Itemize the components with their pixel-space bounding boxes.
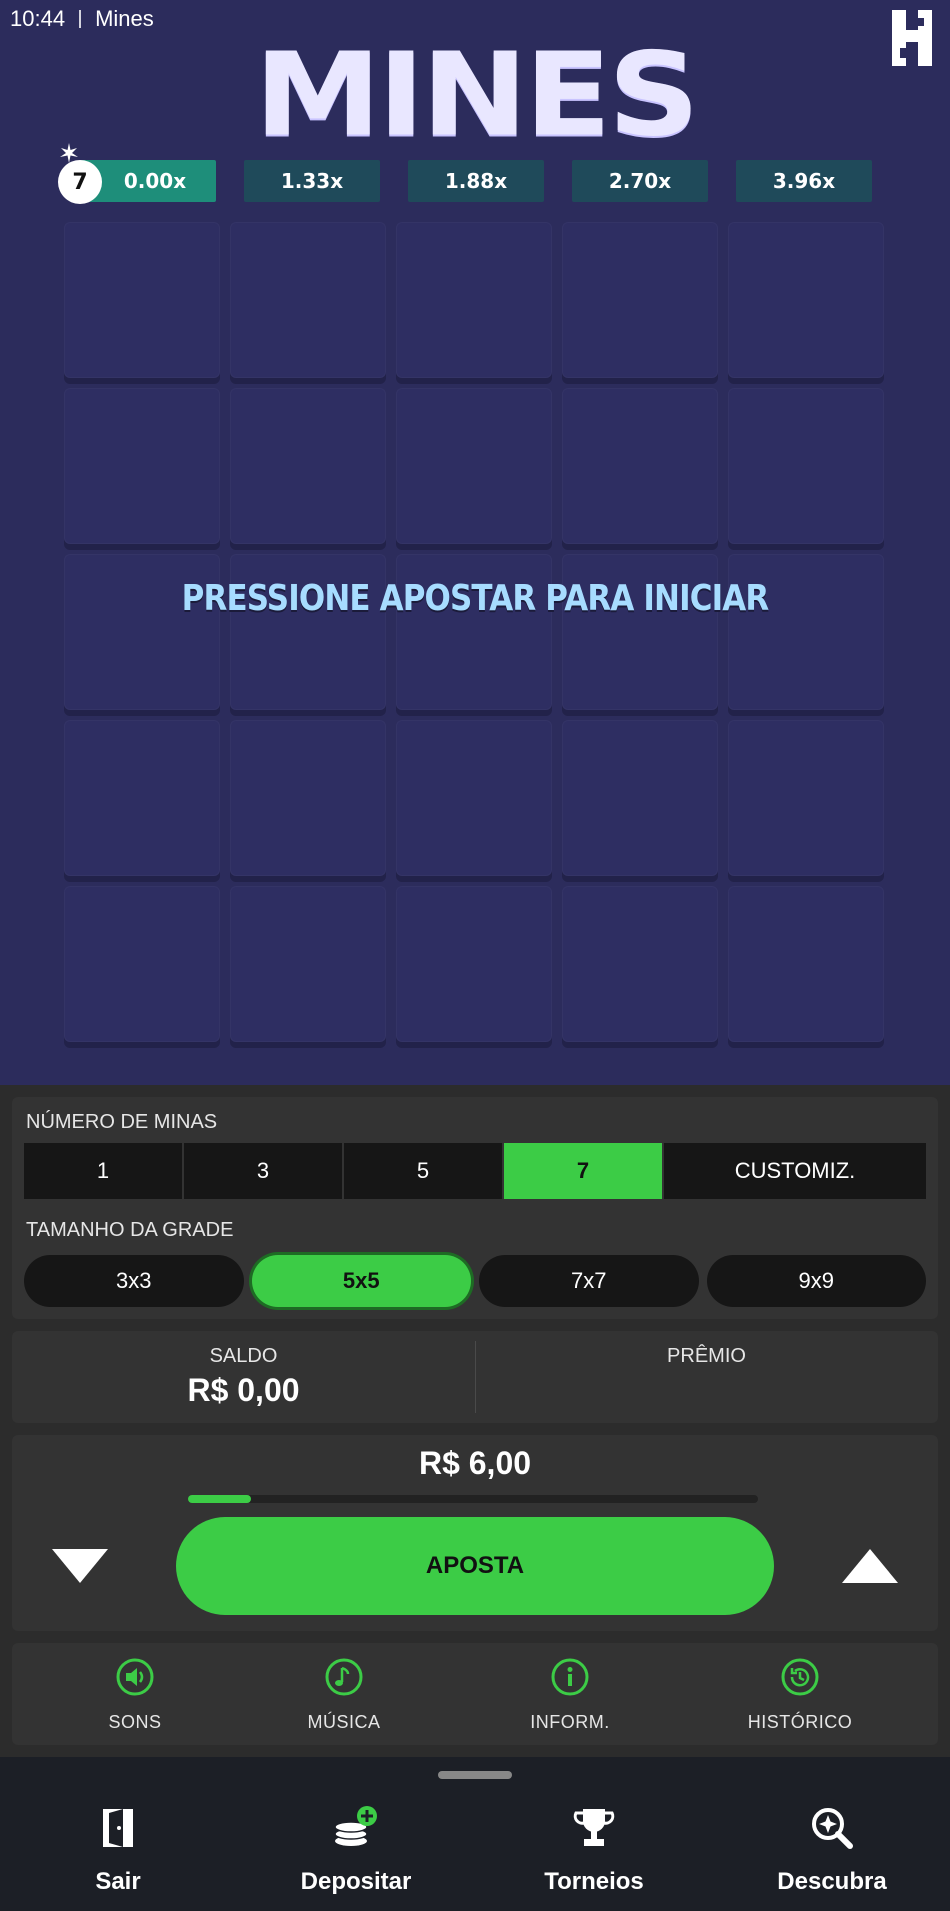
balance-panel: SALDO R$ 0,00 PRÊMIO <box>12 1331 938 1423</box>
nav-exit[interactable]: Sair <box>8 1757 228 1911</box>
multiplier-step: 1.88x <box>408 160 544 202</box>
premio-section: PRÊMIO <box>475 1331 938 1423</box>
mines-option-5[interactable]: 5 <box>344 1143 504 1199</box>
status-separator <box>79 10 82 28</box>
grid-tile[interactable] <box>562 222 718 378</box>
info-label: INFORM. <box>530 1712 610 1732</box>
history-label: HISTÓRICO <box>747 1712 853 1732</box>
grid-tile[interactable] <box>64 886 220 1042</box>
nav-tournaments[interactable]: Torneios <box>484 1757 704 1911</box>
nav-deposit[interactable]: Depositar <box>246 1757 466 1911</box>
saldo-label: SALDO <box>209 1345 278 1367</box>
info-icon <box>551 1658 589 1696</box>
game-area: 10:44 Mines MINES 7 0.00x 1.33x 1.88x 2.70x… <box>0 0 950 1085</box>
multiplier-step: 1.33x <box>244 160 380 202</box>
mines-option-3[interactable]: 3 <box>184 1143 344 1199</box>
nav-discover-label: Descubra <box>777 1868 887 1895</box>
grid-tile[interactable] <box>728 222 884 378</box>
decrease-bet-button[interactable] <box>52 1549 108 1583</box>
music-note-icon <box>325 1658 363 1696</box>
saldo-value: R$ 0,00 <box>187 1372 300 1408</box>
grid-tile[interactable] <box>728 720 884 876</box>
premio-label: PRÊMIO <box>667 1345 746 1367</box>
grid-option-3x3[interactable]: 3x3 <box>24 1255 244 1307</box>
grid-option-9x9[interactable]: 9x9 <box>706 1255 926 1307</box>
mines-grid <box>64 222 886 1044</box>
bet-button[interactable]: APOSTA <box>176 1517 774 1615</box>
trophy-icon <box>573 1809 615 1846</box>
bet-progress-bar[interactable] <box>188 1495 758 1503</box>
nav-exit-label: Sair <box>95 1868 141 1895</box>
options-bar: SONS MÚSICA INFORM. HISTÓRICO <box>12 1643 938 1745</box>
mine-count-badge: 7 <box>58 160 102 204</box>
nav-deposit-label: Depositar <box>300 1868 412 1895</box>
exit-door-icon <box>103 1809 133 1847</box>
bet-panel: R$ 6,00 APOSTA <box>12 1435 938 1631</box>
nav-discover[interactable]: Descubra <box>722 1757 942 1911</box>
bomb-spark-icon <box>60 143 78 163</box>
grid-tile[interactable] <box>230 886 386 1042</box>
music-label: MÚSICA <box>307 1712 381 1732</box>
history-button[interactable]: HISTÓRICO <box>690 1643 910 1743</box>
mines-count-label: NÚMERO DE MINAS <box>26 1111 218 1133</box>
sounds-toggle[interactable]: SONS <box>25 1643 245 1743</box>
grid-tile[interactable] <box>64 222 220 378</box>
coins-plus-icon <box>334 1806 377 1846</box>
speaker-icon <box>116 1658 154 1696</box>
nav-tournaments-label: Torneios <box>544 1868 644 1895</box>
bet-amount: R$ 6,00 <box>418 1445 532 1481</box>
grid-tile[interactable] <box>728 388 884 544</box>
grid-tile[interactable] <box>396 388 552 544</box>
grid-tile[interactable] <box>562 388 718 544</box>
settings-panel: NÚMERO DE MINAS 1 3 5 7 CUSTOMIZ. TAMANH… <box>12 1097 938 1319</box>
game-title: MINES <box>254 28 700 163</box>
start-prompt: PRESSIONE APOSTAR PARA INICIAR <box>181 578 770 619</box>
grid-tile[interactable] <box>396 720 552 876</box>
increase-bet-button[interactable] <box>842 1549 898 1583</box>
grid-size-label: TAMANHO DA GRADE <box>26 1219 234 1241</box>
bet-progress-fill <box>188 1495 251 1503</box>
grid-tile[interactable] <box>396 222 552 378</box>
grid-tile[interactable] <box>562 720 718 876</box>
status-bar: 10:44 Mines <box>10 6 154 32</box>
music-toggle[interactable]: MÚSICA <box>234 1643 454 1743</box>
grid-tile[interactable] <box>64 388 220 544</box>
grid-tile[interactable] <box>64 720 220 876</box>
grid-option-7x7[interactable]: 7x7 <box>479 1255 699 1307</box>
discover-search-icon <box>812 1808 853 1849</box>
mines-count-selector: 1 3 5 7 CUSTOMIZ. <box>24 1143 926 1199</box>
status-time: 10:44 <box>10 6 66 31</box>
grid-tile[interactable] <box>230 720 386 876</box>
grid-tile[interactable] <box>230 388 386 544</box>
sounds-label: SONS <box>108 1712 162 1732</box>
grid-tile[interactable] <box>728 886 884 1042</box>
grid-tile[interactable] <box>230 222 386 378</box>
multiplier-track: 0.00x 1.33x 1.88x 2.70x 3.96x <box>80 160 872 202</box>
status-app-name: Mines <box>95 6 154 31</box>
info-button[interactable]: INFORM. <box>460 1643 680 1743</box>
mines-option-custom[interactable]: CUSTOMIZ. <box>664 1143 926 1199</box>
mines-option-1[interactable]: 1 <box>24 1143 184 1199</box>
history-icon <box>781 1658 819 1696</box>
grid-tile[interactable] <box>562 886 718 1042</box>
multiplier-step: 3.96x <box>736 160 872 202</box>
grid-option-5x5[interactable]: 5x5 <box>251 1255 471 1307</box>
mines-option-7[interactable]: 7 <box>504 1143 664 1199</box>
multiplier-step: 2.70x <box>572 160 708 202</box>
saldo-section: SALDO R$ 0,00 <box>12 1331 475 1423</box>
grid-tile[interactable] <box>396 886 552 1042</box>
grid-size-selector: 3x3 5x5 7x7 9x9 <box>24 1255 926 1307</box>
bottom-nav: Sair Depositar Torneios Descubra <box>0 1757 950 1911</box>
